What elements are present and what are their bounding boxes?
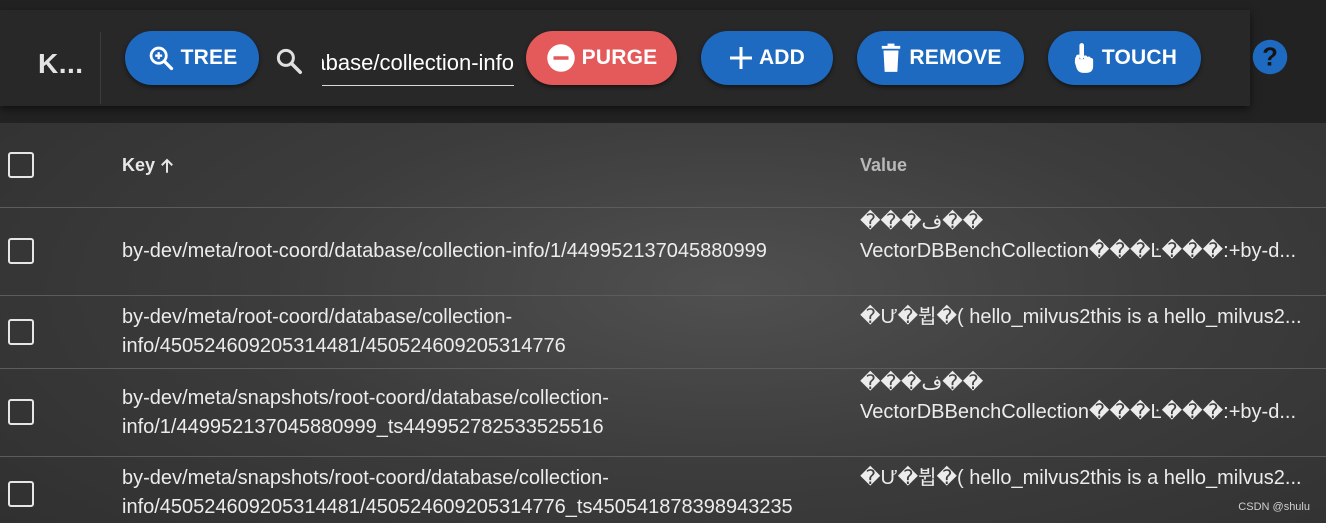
touch-button[interactable]: TOUCH xyxy=(1048,31,1201,85)
toolbar-divider xyxy=(100,32,101,104)
plus-icon xyxy=(729,47,752,69)
row-checkbox[interactable] xyxy=(8,238,34,264)
value-column-header: Value xyxy=(860,155,908,175)
app-root: K... TREE by-dev/meta/root-coord/databas… xyxy=(0,0,1326,523)
row-value: �Ư�뷥�( hello_milvus2this is a hello_milv… xyxy=(860,467,1302,489)
zoom-in-icon xyxy=(149,46,173,71)
svg-text:?: ? xyxy=(1262,43,1278,71)
search-input[interactable] xyxy=(322,44,514,86)
row-checkbox[interactable] xyxy=(8,481,34,507)
row-key: by-dev/meta/root-coord/database/collecti… xyxy=(122,306,566,357)
select-all-checkbox[interactable] xyxy=(8,152,34,178)
row-key: by-dev/meta/snapshots/root-coord/databas… xyxy=(122,387,609,438)
row-value: ���ف�� VectorDBBenchCollection���Ŀ���:+b… xyxy=(860,211,1296,262)
purge-button-label: PURGE xyxy=(581,46,658,69)
help-button[interactable]: ? xyxy=(1252,39,1288,80)
toolbar: K... TREE by-dev/meta/root-coord/databas… xyxy=(0,10,1250,106)
row-checkbox[interactable] xyxy=(8,399,34,425)
table-row[interactable]: by-dev/meta/root-coord/database/collecti… xyxy=(0,296,1326,369)
touch-hand-icon xyxy=(1074,43,1094,73)
table-row[interactable]: by-dev/meta/snapshots/root-coord/databas… xyxy=(0,457,1326,523)
key-column-label: Key xyxy=(122,155,156,175)
tree-button-label: TREE xyxy=(180,46,238,69)
kv-table: Key Value by-dev/meta/root-coord/databas… xyxy=(0,123,1326,523)
touch-button-label: TOUCH xyxy=(1101,46,1178,69)
row-value: �Ư�뷥�( hello_milvus2this is a hello_milv… xyxy=(860,306,1302,328)
row-value: ���ف�� VectorDBBenchCollection���Ŀ���:+b… xyxy=(860,372,1296,423)
top-bar: K... TREE by-dev/meta/root-coord/databas… xyxy=(0,0,1326,123)
row-key: by-dev/meta/root-coord/database/collecti… xyxy=(122,240,767,262)
purge-button[interactable]: PURGE xyxy=(526,31,677,85)
table-row[interactable]: by-dev/meta/snapshots/root-coord/databas… xyxy=(0,369,1326,457)
help-icon: ? xyxy=(1252,39,1288,75)
watermark: CSDN @shulu xyxy=(1238,501,1310,513)
remove-button[interactable]: REMOVE xyxy=(857,31,1024,85)
row-key: by-dev/meta/snapshots/root-coord/databas… xyxy=(122,467,793,518)
table-header-row: Key Value xyxy=(0,123,1326,208)
search-icon xyxy=(274,46,304,81)
key-column-header[interactable]: Key xyxy=(122,155,176,176)
add-button-label: ADD xyxy=(758,46,806,69)
minus-circle-icon xyxy=(546,44,575,72)
app-brand: K... xyxy=(38,48,84,79)
tree-button[interactable]: TREE xyxy=(125,31,259,85)
add-button[interactable]: ADD xyxy=(701,31,833,85)
row-checkbox[interactable] xyxy=(8,319,34,345)
remove-button-label: REMOVE xyxy=(909,46,1002,69)
trash-icon xyxy=(882,43,901,72)
table-row[interactable]: by-dev/meta/root-coord/database/collecti… xyxy=(0,208,1326,296)
arrow-up-icon xyxy=(161,158,173,173)
